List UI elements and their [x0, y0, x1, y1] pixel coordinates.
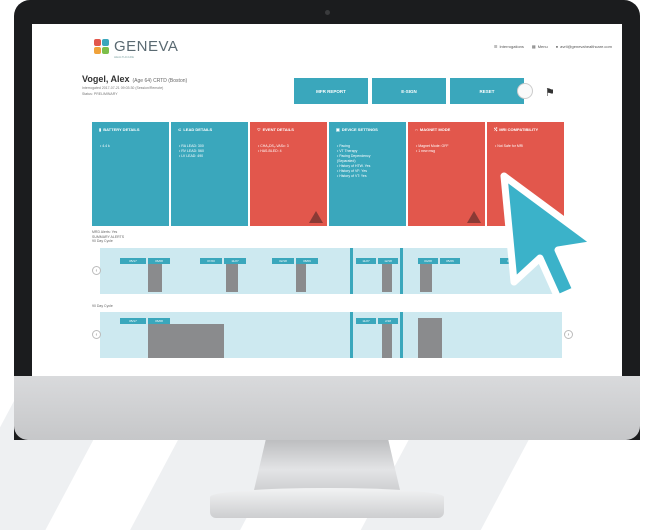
timeline-tag[interactable]: 11/27 — [356, 318, 376, 324]
card-line: • LV LEAD: 490 — [179, 154, 204, 158]
timeline-label-1: MRD Alerts: Yes SUMMARY ALERTS 90 Day Cy… — [92, 230, 124, 244]
timeline-block — [382, 324, 392, 358]
heart-icon: ♡ — [257, 127, 261, 132]
timeline-tag[interactable]: 02/18 — [272, 258, 294, 264]
timeline-cycle[interactable]: 05/17 06/08 11/27 2/18 — [100, 312, 562, 358]
grid-icon: ▦ — [531, 44, 536, 49]
patient-meta: (Age 64) CRTD (Boston) — [132, 78, 188, 84]
card-body: • 4.4 k — [100, 144, 165, 149]
lead-icon: ⊂ — [178, 127, 182, 132]
top-nav: ☰ Interrogations ▦ Menu ● avril@genevahe… — [494, 44, 612, 49]
card-body: • CHA₂DS₂-VASc: 3 • HAS-BLED: 4 — [258, 144, 323, 154]
timeline-tag[interactable]: 05/26 — [440, 258, 460, 264]
timeline-summary[interactable]: 05/17 06/08 07/20 11/27 02/18 08/09 11/2… — [100, 248, 562, 294]
timeline-marker — [400, 312, 403, 358]
logo-text: GENEVA — [114, 38, 179, 55]
warning-icon — [467, 211, 481, 223]
card-device-settings[interactable]: ▣ DEVICE SETTINGS • Pacing • VT Therapy •… — [329, 122, 406, 226]
toggle-button[interactable] — [517, 83, 533, 99]
card-event-details[interactable]: ♡ EVENT DETAILS • CHA₂DS₂-VASc: 3 • HAS-B… — [250, 122, 327, 226]
card-title: ⊂ LEAD DETAILS — [178, 127, 244, 132]
card-lead-details[interactable]: ⊂ LEAD DETAILS • RA LEAD: 300 • RV LEAD: … — [171, 122, 248, 226]
timeline-next-button[interactable]: › — [564, 330, 573, 339]
summary-cards: ▮ BATTERY DETAILS • 4.4 k ⊂ LEAD DETAILS •… — [92, 122, 564, 226]
timeline-block — [148, 264, 162, 292]
card-line: • 1 new msg — [416, 149, 436, 153]
card-magnet-mode[interactable]: ∩ MAGNET MODE • Magnet Mode: OFF • 1 new … — [408, 122, 485, 226]
label-line: 90 Day Cycle — [92, 239, 113, 243]
status-line: Status: PRELIMINARY — [82, 92, 118, 96]
timeline-tag[interactable]: 07/20 — [200, 258, 222, 264]
timeline-tag[interactable]: 11/27 — [356, 258, 376, 264]
timeline-block — [418, 318, 442, 358]
reset-button[interactable]: RESET — [450, 78, 524, 104]
card-title-text: EVENT DETAILS — [262, 127, 294, 132]
label-line: 90 Day Cycle — [92, 304, 113, 308]
nav-label: avril@genevahealthcare.com — [560, 44, 612, 49]
action-bar: MFR REPORT E-SIGN RESET — [294, 78, 524, 104]
card-title-text: MRI COMPATIBILITY — [499, 127, 539, 132]
monitor-stand — [254, 440, 400, 490]
card-line: • 4.4 k — [100, 144, 110, 148]
monitor-base — [210, 488, 444, 518]
card-body: • Not Safe for MRI — [495, 144, 560, 149]
card-title: ∩ MAGNET MODE — [415, 127, 481, 132]
monitor-chin — [14, 376, 640, 440]
card-line: • History of VT: Yes — [337, 174, 367, 178]
e-sign-button[interactable]: E-SIGN — [372, 78, 446, 104]
timeline-block — [296, 264, 306, 292]
webcam-icon — [325, 10, 330, 15]
patient-name: Vogel, Alex — [82, 74, 130, 84]
logo-subtitle: HEALTHCARE — [114, 55, 134, 59]
card-line: • Not Safe for MRI — [495, 144, 524, 148]
mri-icon: ⤭ — [494, 127, 498, 132]
nav-label: Interrogations — [499, 44, 524, 49]
warning-icon — [309, 211, 323, 223]
card-title: ♡ EVENT DETAILS — [257, 127, 323, 132]
card-body: • Magnet Mode: OFF • 1 new msg — [416, 144, 481, 154]
card-title-text: DEVICE SETTINGS — [341, 127, 378, 132]
cursor-icon — [500, 172, 600, 302]
magnet-icon: ∩ — [415, 127, 418, 132]
timeline-prev-button[interactable]: ‹ — [92, 330, 101, 339]
timeline-block — [420, 264, 432, 292]
card-battery-details[interactable]: ▮ BATTERY DETAILS • 4.4 k — [92, 122, 169, 226]
timeline-marker — [400, 248, 403, 294]
timeline-prev-button[interactable]: ‹ — [92, 266, 101, 275]
settings-icon: ▣ — [336, 127, 340, 132]
nav-interrogations[interactable]: ☰ Interrogations — [494, 44, 524, 49]
interrogation-date: Interrogated 2017-07-21 09:03:30 (Sessio… — [82, 86, 164, 90]
nav-menu[interactable]: ▦ Menu — [532, 44, 548, 49]
battery-icon: ▮ — [99, 127, 102, 132]
timeline-marker — [350, 312, 353, 358]
card-title-text: LEAD DETAILS — [183, 127, 213, 132]
timeline-tag[interactable]: 05/17 — [120, 258, 146, 264]
timeline-block — [226, 264, 238, 292]
nav-user[interactable]: ● avril@genevahealthcare.com — [556, 44, 612, 49]
logo[interactable]: GENEVA HEALTHCARE — [94, 38, 179, 59]
card-title-text: MAGNET MODE — [419, 127, 451, 132]
patient-name-line: Vogel, Alex (Age 64) CRTD (Boston) — [82, 74, 187, 84]
nav-label: Menu — [537, 44, 548, 49]
geneva-logo-icon — [94, 38, 110, 55]
card-body: • Pacing • VT Therapy • Pacing Dependenc… — [337, 144, 402, 179]
card-title-text: BATTERY DETAILS — [103, 127, 140, 132]
timeline-block — [382, 264, 392, 292]
card-title: ▣ DEVICE SETTINGS — [336, 127, 402, 132]
timeline-tag[interactable]: 05/17 — [120, 318, 146, 324]
list-icon: ☰ — [493, 44, 498, 49]
card-line: • HAS-BLED: 4 — [258, 149, 282, 153]
timeline-label-2: 90 Day Cycle — [92, 304, 113, 309]
mfr-report-button[interactable]: MFR REPORT — [294, 78, 368, 104]
card-body: • RA LEAD: 300 • RV LEAD: 560 • LV LEAD:… — [179, 144, 244, 159]
timeline-marker — [350, 248, 353, 294]
user-icon: ● — [555, 44, 559, 49]
flag-icon[interactable]: ⚑ — [545, 86, 555, 99]
card-title: ▮ BATTERY DETAILS — [99, 127, 165, 132]
card-title: ⤭ MRI COMPATIBILITY — [494, 127, 560, 132]
timeline-block — [148, 324, 224, 358]
patient-header: Vogel, Alex (Age 64) CRTD (Boston) Interr… — [82, 74, 187, 96]
